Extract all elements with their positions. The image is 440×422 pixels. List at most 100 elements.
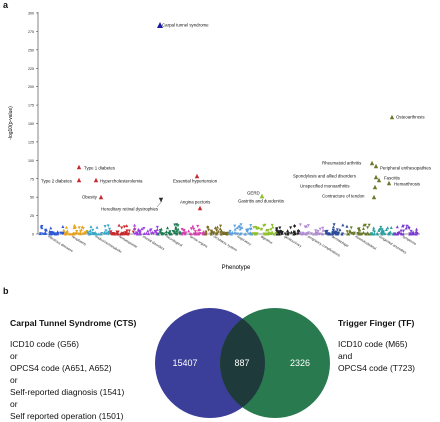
x-category-label: sense organs [189, 234, 209, 248]
annotation-label: Fasciitis [384, 176, 401, 181]
cts-line: or [10, 375, 18, 385]
scatter-point [62, 228, 66, 232]
scatter-point [289, 230, 293, 234]
scatter-point [249, 224, 253, 228]
venn-count-cts-only: 15407 [172, 358, 197, 368]
scatter-point [366, 226, 370, 230]
cts-title: Carpal Tunnel Syndrome (CTS) [10, 318, 137, 328]
scatter-point [219, 224, 223, 228]
scatter-point [49, 226, 53, 230]
highlight-point [197, 205, 203, 211]
scatter-point [399, 228, 403, 232]
scatter-point [401, 229, 405, 233]
annotation-label: Essential hypertension [173, 179, 218, 184]
scatter-point [341, 223, 345, 227]
scatter-point [165, 226, 169, 230]
annotation-label: Carpal tunnel syndrome [162, 23, 209, 28]
tf-title: Trigger Finger (TF) [338, 318, 415, 328]
y-tick-label: 300 [28, 12, 34, 16]
annotation-label: Peripheral enthesopathies [380, 166, 432, 171]
scatter-point [361, 226, 365, 230]
highlight-point [76, 177, 82, 183]
scatter-point [133, 223, 137, 227]
leader-line [156, 200, 163, 208]
x-category-label: neurological [165, 234, 183, 247]
x-category-label: musculoskeletal [354, 234, 377, 250]
scatter-point [64, 225, 68, 229]
scatter-point [415, 227, 419, 231]
scatter-point [189, 227, 193, 231]
x-category-label: genitourinary [284, 234, 303, 248]
highlight-point [98, 194, 104, 200]
scatter-point [233, 227, 237, 231]
annotation-label: Obesity [82, 195, 98, 200]
scatter-point [233, 224, 237, 228]
tf-definition: Trigger Finger (TF) ICD10 code (M65) and… [338, 317, 438, 374]
tf-line: and [338, 351, 353, 361]
y-axis-label: -log10(p-value) [8, 106, 14, 140]
y-tick-label: 200 [28, 85, 34, 89]
y-tick-label: 0 [32, 233, 34, 237]
highlight-point [259, 193, 265, 199]
scatter-point [348, 229, 352, 233]
x-category-label: circulatory system [213, 234, 238, 252]
annotation-label: Spondylosis and allied disorders [293, 174, 357, 179]
scatter-point [372, 226, 376, 230]
y-tick-label: 175 [28, 104, 34, 108]
scatter-point [298, 223, 302, 227]
venn-count-tf-only: 2326 [290, 358, 310, 368]
x-category-label: digestive [260, 234, 274, 245]
tf-line: ICD10 code (M65) [338, 339, 408, 349]
cts-line: Self reported operation (1501) [10, 411, 124, 421]
scatter-point [218, 227, 222, 231]
annotation-label: Hemarthrosis [394, 182, 421, 187]
annotation-label: Type 2 diabetes [41, 179, 73, 184]
highlight-point [372, 184, 378, 190]
scatter-point [106, 224, 110, 228]
scatter-point [207, 228, 211, 232]
scatter-point [91, 228, 95, 232]
x-category-label: symptoms [402, 234, 417, 246]
scatter-point [120, 226, 124, 230]
scatter-point [338, 228, 342, 232]
x-category-label: hematopoietic [118, 234, 138, 249]
y-axis: 0 25 50 75 100 125 150 175 200 225 250 275 300 [28, 12, 38, 237]
cts-line: or [10, 399, 18, 409]
highlight-point [158, 197, 164, 203]
x-axis-label: Phenotype [222, 265, 251, 271]
scatter-point [165, 229, 169, 233]
x-category-label: infectious diseases [47, 234, 74, 253]
scatter-point [362, 230, 366, 234]
scatter-point [289, 226, 293, 230]
scatter-point [345, 224, 349, 228]
scatter-point [187, 229, 191, 233]
x-category-label: neoplasms [71, 234, 87, 246]
highlight-point [76, 164, 82, 170]
scatter-point [80, 225, 84, 229]
y-tick-label: 225 [28, 67, 34, 71]
venn-diagram: 15407 887 2326 [155, 308, 330, 418]
scatter-point [191, 224, 195, 228]
cts-line: OPCS4 code (A651, A652) [10, 363, 112, 373]
cts-line: Self-reported diagnosis (1541) [10, 387, 125, 397]
scatter-point [95, 225, 99, 229]
annotation-label: Hereditary retinal dystrophies [101, 207, 159, 212]
scatter-point [216, 225, 220, 229]
scatter-point [252, 226, 256, 230]
cts-definition: Carpal Tunnel Syndrome (CTS) ICD10 code … [10, 317, 160, 422]
y-tick-label: 275 [28, 30, 34, 34]
tf-line: OPCS4 code (T723) [338, 363, 416, 373]
x-category-labels: infectious diseasesneoplasms endocrine/me… [47, 234, 417, 257]
scatter-point [56, 230, 60, 234]
y-tick-label: 50 [30, 196, 34, 200]
scatter-point [331, 225, 335, 229]
y-tick-label: 75 [30, 177, 34, 181]
scatter-point [103, 225, 107, 229]
scatter-point [196, 224, 200, 228]
scatter-point [373, 230, 377, 234]
scatter-point [366, 231, 370, 235]
scatter-point [395, 225, 399, 229]
scatter-point [146, 229, 150, 233]
highlight-point [93, 177, 99, 183]
annotation-label: GERD [247, 191, 260, 196]
